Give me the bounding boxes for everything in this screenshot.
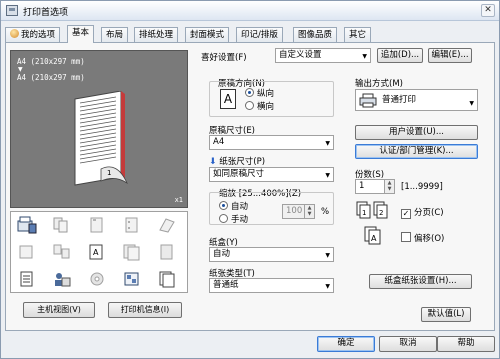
print-preferences-window: 打印首选项 ✕ 我的选项 基本 布局 排纸处理 封面模式 印记/排版 图像品质 … (0, 0, 500, 359)
favorites-select[interactable]: 自定义设置 ▼ (275, 48, 371, 63)
punch-icon (125, 217, 138, 233)
my-options-icon (10, 29, 19, 38)
tab-cover-mode[interactable]: 封面模式 (185, 27, 230, 42)
collate-icon: 1 2 (356, 201, 388, 219)
window-title: 打印首选项 (23, 8, 69, 18)
original-size-readout: A4 (210x297 mm) (17, 57, 85, 66)
restore-defaults-button[interactable]: 默认值(L) (421, 307, 471, 322)
portrait-radio-dot (245, 88, 254, 97)
auth-department-button[interactable]: 认证/部门管理(K)... (355, 144, 478, 159)
function-icon-panel: A (10, 211, 188, 293)
stepper-arrows-icon[interactable]: ▲ ▼ (384, 180, 394, 193)
chevron-down-icon: ▼ (362, 53, 367, 60)
help-button[interactable]: 帮助 (437, 336, 495, 352)
printer-icon (359, 93, 377, 108)
paper-tray-select[interactable]: 自动 ▼ (209, 247, 334, 262)
title-bar: 打印首选项 ✕ (1, 1, 499, 21)
add-favorite-button[interactable]: 追加(D)... (377, 48, 423, 63)
output-method-select[interactable]: 普通打印 ▼ (355, 89, 478, 111)
zoom-manual-radio[interactable]: 手动 (219, 213, 248, 225)
user-settings-button[interactable]: 用户设置(U)... (355, 125, 478, 140)
zoom-value-stepper[interactable]: 100 ▲ ▼ (282, 204, 315, 219)
page-stack-icon[interactable] (157, 270, 177, 288)
stamp-text-icon[interactable]: A (87, 243, 107, 261)
host-view-button[interactable]: 主机视图(V) (23, 302, 95, 318)
collate-check-box: ✓ (401, 209, 411, 219)
stepper-arrows-icon[interactable]: ▲ ▼ (304, 205, 314, 218)
svg-text:2: 2 (379, 209, 383, 217)
settings-gear-icon (90, 272, 104, 286)
chevron-down-icon: ▼ (325, 252, 330, 259)
offset-check-box (401, 232, 411, 242)
paper-size-label-row: ⬇ 纸张尺寸(P) (209, 157, 266, 167)
close-button[interactable]: ✕ (481, 4, 495, 17)
orientation-preview-icon: A (220, 89, 236, 109)
cover-icon (160, 244, 173, 260)
svg-text:A: A (371, 234, 377, 243)
fold-icon (159, 218, 175, 233)
favorites-label: 喜好设置(F) (201, 53, 247, 63)
landscape-radio-dot (245, 101, 254, 110)
tab-other[interactable]: 其它 (344, 27, 372, 42)
svg-text:1: 1 (362, 209, 366, 217)
printer-info-button[interactable]: 打印机信息(I) (108, 302, 182, 318)
ok-button[interactable]: 确定 (317, 336, 375, 352)
printer-icon (6, 5, 18, 16)
page-number: 1 (107, 169, 112, 177)
zoom-unit: % (321, 207, 330, 217)
zoom-auto-radio-dot (219, 201, 228, 210)
booklet-icon (19, 245, 33, 259)
arrow-down-icon: ▼ (18, 66, 23, 73)
chevron-down-icon: ▼ (325, 172, 330, 179)
tab-basic[interactable]: 基本 (67, 25, 95, 43)
copies-stepper[interactable]: 1 ▲ ▼ (355, 179, 395, 194)
copies-badge: x1 (174, 196, 183, 204)
combine-icon (53, 244, 70, 259)
paper-type-select[interactable]: 普通纸 ▼ (209, 278, 334, 293)
zoom-auto-radio[interactable]: 自动 (219, 200, 248, 212)
cancel-button[interactable]: 取消 (379, 336, 437, 352)
edit-favorite-button[interactable]: 编辑(E)... (428, 48, 472, 63)
collate-checkbox[interactable]: ✓ 分页(C) (401, 206, 444, 219)
print-preview: A4 (210x297 mm) ▼ A4 (210x297 mm) 1 x1 (10, 50, 188, 208)
chevron-down-icon: ▼ (325, 283, 330, 290)
staple-icon (90, 217, 103, 233)
tab-my-options[interactable]: 我的选项 (5, 27, 61, 42)
tray-paper-settings-button[interactable]: 纸盒纸张设置(H)... (369, 274, 472, 289)
paper-size-select[interactable]: 如同原稿尺寸 ▼ (209, 167, 334, 182)
zoom-manual-radio-dot (219, 214, 228, 223)
paper-size-readout: A4 (210x297 mm) (17, 73, 85, 82)
tab-layout[interactable]: 布局 (101, 27, 129, 42)
multi-page-icon (123, 244, 140, 261)
document-icon[interactable] (17, 270, 37, 288)
offset-icon: A (364, 226, 381, 245)
chevron-down-icon: ▼ (469, 100, 474, 107)
tab-finishing[interactable]: 排纸处理 (134, 27, 179, 42)
page-preview-icon (74, 91, 128, 186)
color-settings-icon[interactable] (122, 270, 142, 288)
chevron-down-icon: ▼ (325, 140, 330, 147)
copies-range: [1...9999] (401, 182, 443, 192)
portrait-radio[interactable]: 纵向 (245, 87, 274, 99)
blue-down-arrow-icon: ⬇ (209, 157, 217, 167)
duplex-icon (53, 217, 68, 233)
landscape-radio[interactable]: 横向 (245, 100, 274, 112)
printer-output-icon[interactable] (17, 216, 37, 234)
user-auth-icon[interactable] (52, 270, 72, 288)
tab-stamp-composition[interactable]: 印记/排版 (236, 27, 283, 42)
original-size-select[interactable]: A4 ▼ (209, 135, 334, 150)
svg-text:A: A (93, 248, 99, 257)
tab-image-quality[interactable]: 图像品质 (293, 27, 338, 42)
offset-checkbox[interactable]: 偏移(O) (401, 232, 444, 244)
output-method-label: 输出方式(M) (355, 79, 403, 89)
